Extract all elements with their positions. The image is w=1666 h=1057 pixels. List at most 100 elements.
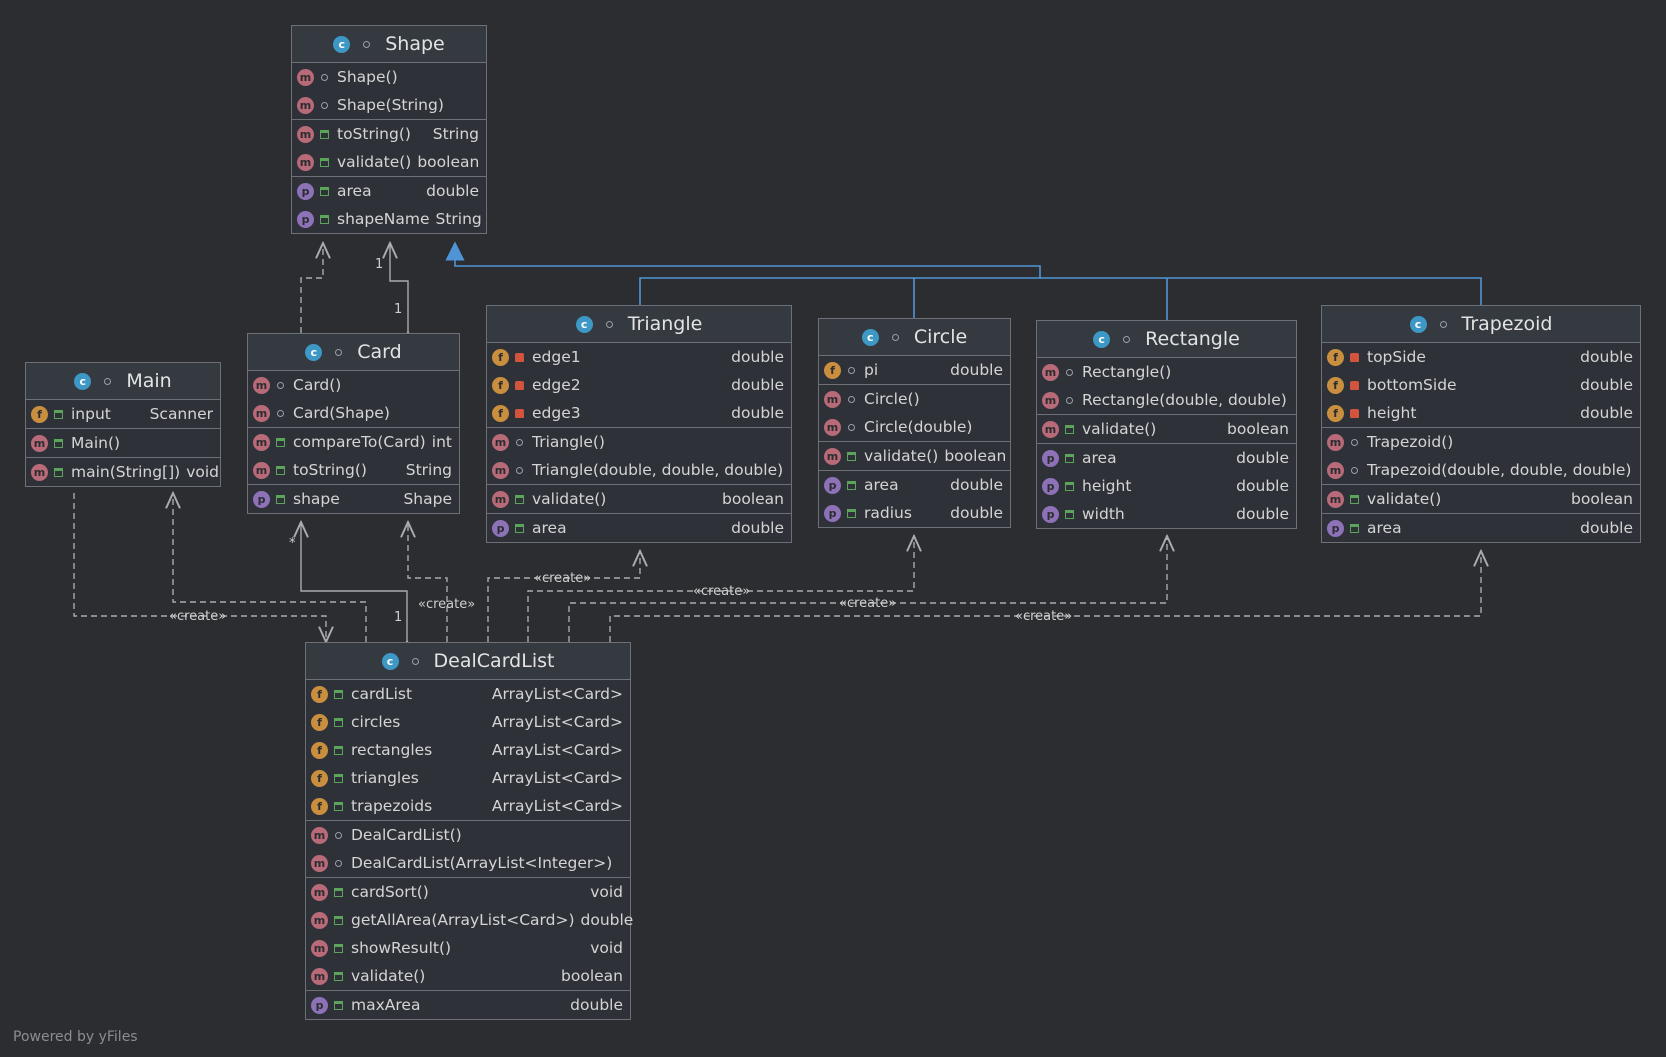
property-row[interactable]: p area double xyxy=(292,177,486,205)
member-name: toString() xyxy=(293,461,367,479)
class-header[interactable]: c Main xyxy=(26,363,220,400)
method-row[interactable]: m Shape() xyxy=(292,63,486,91)
method-row[interactable]: m Circle() xyxy=(819,385,1010,413)
method-row[interactable]: m Main() xyxy=(26,429,220,457)
property-icon: p xyxy=(824,504,841,522)
class-shape[interactable]: c Shape m Shape() m Shape(String) m toString() S… xyxy=(291,25,487,234)
member-name: Rectangle(double, double) xyxy=(1082,391,1287,409)
member-name: Circle(double) xyxy=(864,418,973,436)
property-row[interactable]: p maxArea double xyxy=(306,991,630,1019)
property-row[interactable]: p radius double xyxy=(819,499,1010,527)
visibility-icon xyxy=(891,333,899,341)
method-row[interactable]: m main(String[]) void xyxy=(26,458,220,486)
method-row[interactable]: m compareTo(Card) int xyxy=(248,428,459,456)
method-row[interactable]: m validate() boolean xyxy=(1322,485,1640,513)
member-name: maxArea xyxy=(351,996,421,1014)
class-triangle[interactable]: c Triangle f edge1 double f edge2 double f edge3 d… xyxy=(486,305,792,543)
property-row[interactable]: p height double xyxy=(1037,472,1296,500)
field-row[interactable]: f edge1 double xyxy=(487,343,791,371)
class-header[interactable]: c DealCardList xyxy=(306,643,630,680)
method-row[interactable]: m Circle(double) xyxy=(819,413,1010,441)
private-lock-icon xyxy=(515,352,524,362)
method-icon: m xyxy=(1327,490,1344,508)
method-icon: m xyxy=(492,461,509,479)
class-icon: c xyxy=(1409,315,1427,333)
method-row[interactable]: m Triangle(double, double, double) xyxy=(487,456,791,484)
class-circle[interactable]: c Circle f pi double m Circle() m Circle(double)… xyxy=(818,318,1011,528)
method-row[interactable]: m validate() boolean xyxy=(819,442,1010,470)
class-header[interactable]: c Rectangle xyxy=(1037,321,1296,358)
member-name: Triangle(double, double, double) xyxy=(532,461,784,479)
property-row[interactable]: p area double xyxy=(1037,444,1296,472)
method-row[interactable]: m getAllArea(ArrayList<Card>) double xyxy=(306,906,633,934)
dealcardlist-card-composition-edge xyxy=(301,522,407,641)
field-row[interactable]: f rectangles ArrayList<Card> xyxy=(306,736,630,764)
class-icon: c xyxy=(381,652,399,670)
field-row[interactable]: f edge3 double xyxy=(487,399,791,427)
method-row[interactable]: m Card(Shape) xyxy=(248,399,459,427)
property-icon: p xyxy=(1327,519,1344,537)
public-icon xyxy=(54,438,63,448)
method-row[interactable]: m validate() boolean xyxy=(487,485,791,513)
field-row[interactable]: f height double xyxy=(1322,399,1640,427)
method-row[interactable]: m validate() boolean xyxy=(1037,415,1296,443)
member-name: Shape() xyxy=(337,68,398,86)
member-name: cardSort() xyxy=(351,883,429,901)
field-row[interactable]: f trapezoids ArrayList<Card> xyxy=(306,792,630,820)
method-row[interactable]: m Trapezoid(double, double, double) xyxy=(1322,456,1640,484)
member-type: int xyxy=(431,433,452,451)
field-row[interactable]: f input Scanner xyxy=(26,400,220,428)
field-row[interactable]: f cardList ArrayList<Card> xyxy=(306,680,630,708)
field-row[interactable]: f topSide double xyxy=(1322,343,1640,371)
method-row[interactable]: m Shape(String) xyxy=(292,91,486,119)
field-row[interactable]: f pi double xyxy=(819,356,1010,384)
field-row[interactable]: f circles ArrayList<Card> xyxy=(306,708,630,736)
class-main[interactable]: c Main f input Scanner m Main() m main(String[])… xyxy=(25,362,221,487)
inheritance-trapezoid-edge xyxy=(1040,277,1482,305)
member-type: double xyxy=(731,348,784,366)
method-row[interactable]: m cardSort() void xyxy=(306,878,630,906)
property-row[interactable]: p area double xyxy=(487,514,791,542)
class-header[interactable]: c Shape xyxy=(292,26,486,63)
method-icon: m xyxy=(297,153,314,171)
class-header[interactable]: c Circle xyxy=(819,319,1010,356)
class-dealcardlist[interactable]: c DealCardList f cardList ArrayList<Card> f ci… xyxy=(305,642,633,1020)
method-row[interactable]: m showResult() void xyxy=(306,934,630,962)
field-row[interactable]: f triangles ArrayList<Card> xyxy=(306,764,630,792)
method-row[interactable]: m Triangle() xyxy=(487,428,791,456)
method-row[interactable]: m toString() String xyxy=(248,456,459,484)
class-header[interactable]: c Triangle xyxy=(487,306,791,343)
property-row[interactable]: p shapeName String xyxy=(292,205,486,233)
method-row[interactable]: m validate() boolean xyxy=(306,962,630,990)
member-name: Trapezoid() xyxy=(1367,433,1454,451)
member-type: double xyxy=(1236,449,1289,467)
class-header[interactable]: c Trapezoid xyxy=(1322,306,1640,343)
method-icon: m xyxy=(1327,461,1344,479)
method-row[interactable]: m DealCardList() xyxy=(306,821,630,849)
field-row[interactable]: f bottomSide double xyxy=(1322,371,1640,399)
property-row[interactable]: p area double xyxy=(1322,514,1640,542)
class-trapezoid[interactable]: c Trapezoid f topSide double f bottomSide doubl… xyxy=(1321,305,1641,543)
method-row[interactable]: m validate() boolean xyxy=(292,148,486,176)
field-row[interactable]: f edge2 double xyxy=(487,371,791,399)
class-rectangle[interactable]: c Rectangle m Rectangle() m Rectangle(double,… xyxy=(1036,320,1297,529)
property-row[interactable]: p area double xyxy=(819,471,1010,499)
class-header[interactable]: c Card xyxy=(248,334,459,371)
method-row[interactable]: m Trapezoid() xyxy=(1322,428,1640,456)
method-row[interactable]: m toString() String xyxy=(292,120,486,148)
member-section: m Rectangle() m Rectangle(double, double) xyxy=(1037,358,1296,415)
property-row[interactable]: p shape Shape xyxy=(248,485,459,513)
public-icon xyxy=(320,129,329,139)
member-name: shape xyxy=(293,490,340,508)
class-name: Trapezoid xyxy=(1461,313,1553,335)
property-row[interactable]: p width double xyxy=(1037,500,1296,528)
member-type: double xyxy=(1580,519,1633,537)
class-card[interactable]: c Card m Card() m Card(Shape) m compareTo(Card)… xyxy=(247,333,460,514)
member-name: Main() xyxy=(71,434,121,452)
method-row[interactable]: m Rectangle() xyxy=(1037,358,1296,386)
method-row[interactable]: m DealCardList(ArrayList<Integer>) xyxy=(306,849,630,877)
method-row[interactable]: m Card() xyxy=(248,371,459,399)
member-section: m Trapezoid() m Trapezoid(double, double, d… xyxy=(1322,428,1640,485)
method-row[interactable]: m Rectangle(double, double) xyxy=(1037,386,1296,414)
private-lock-icon xyxy=(515,380,524,390)
